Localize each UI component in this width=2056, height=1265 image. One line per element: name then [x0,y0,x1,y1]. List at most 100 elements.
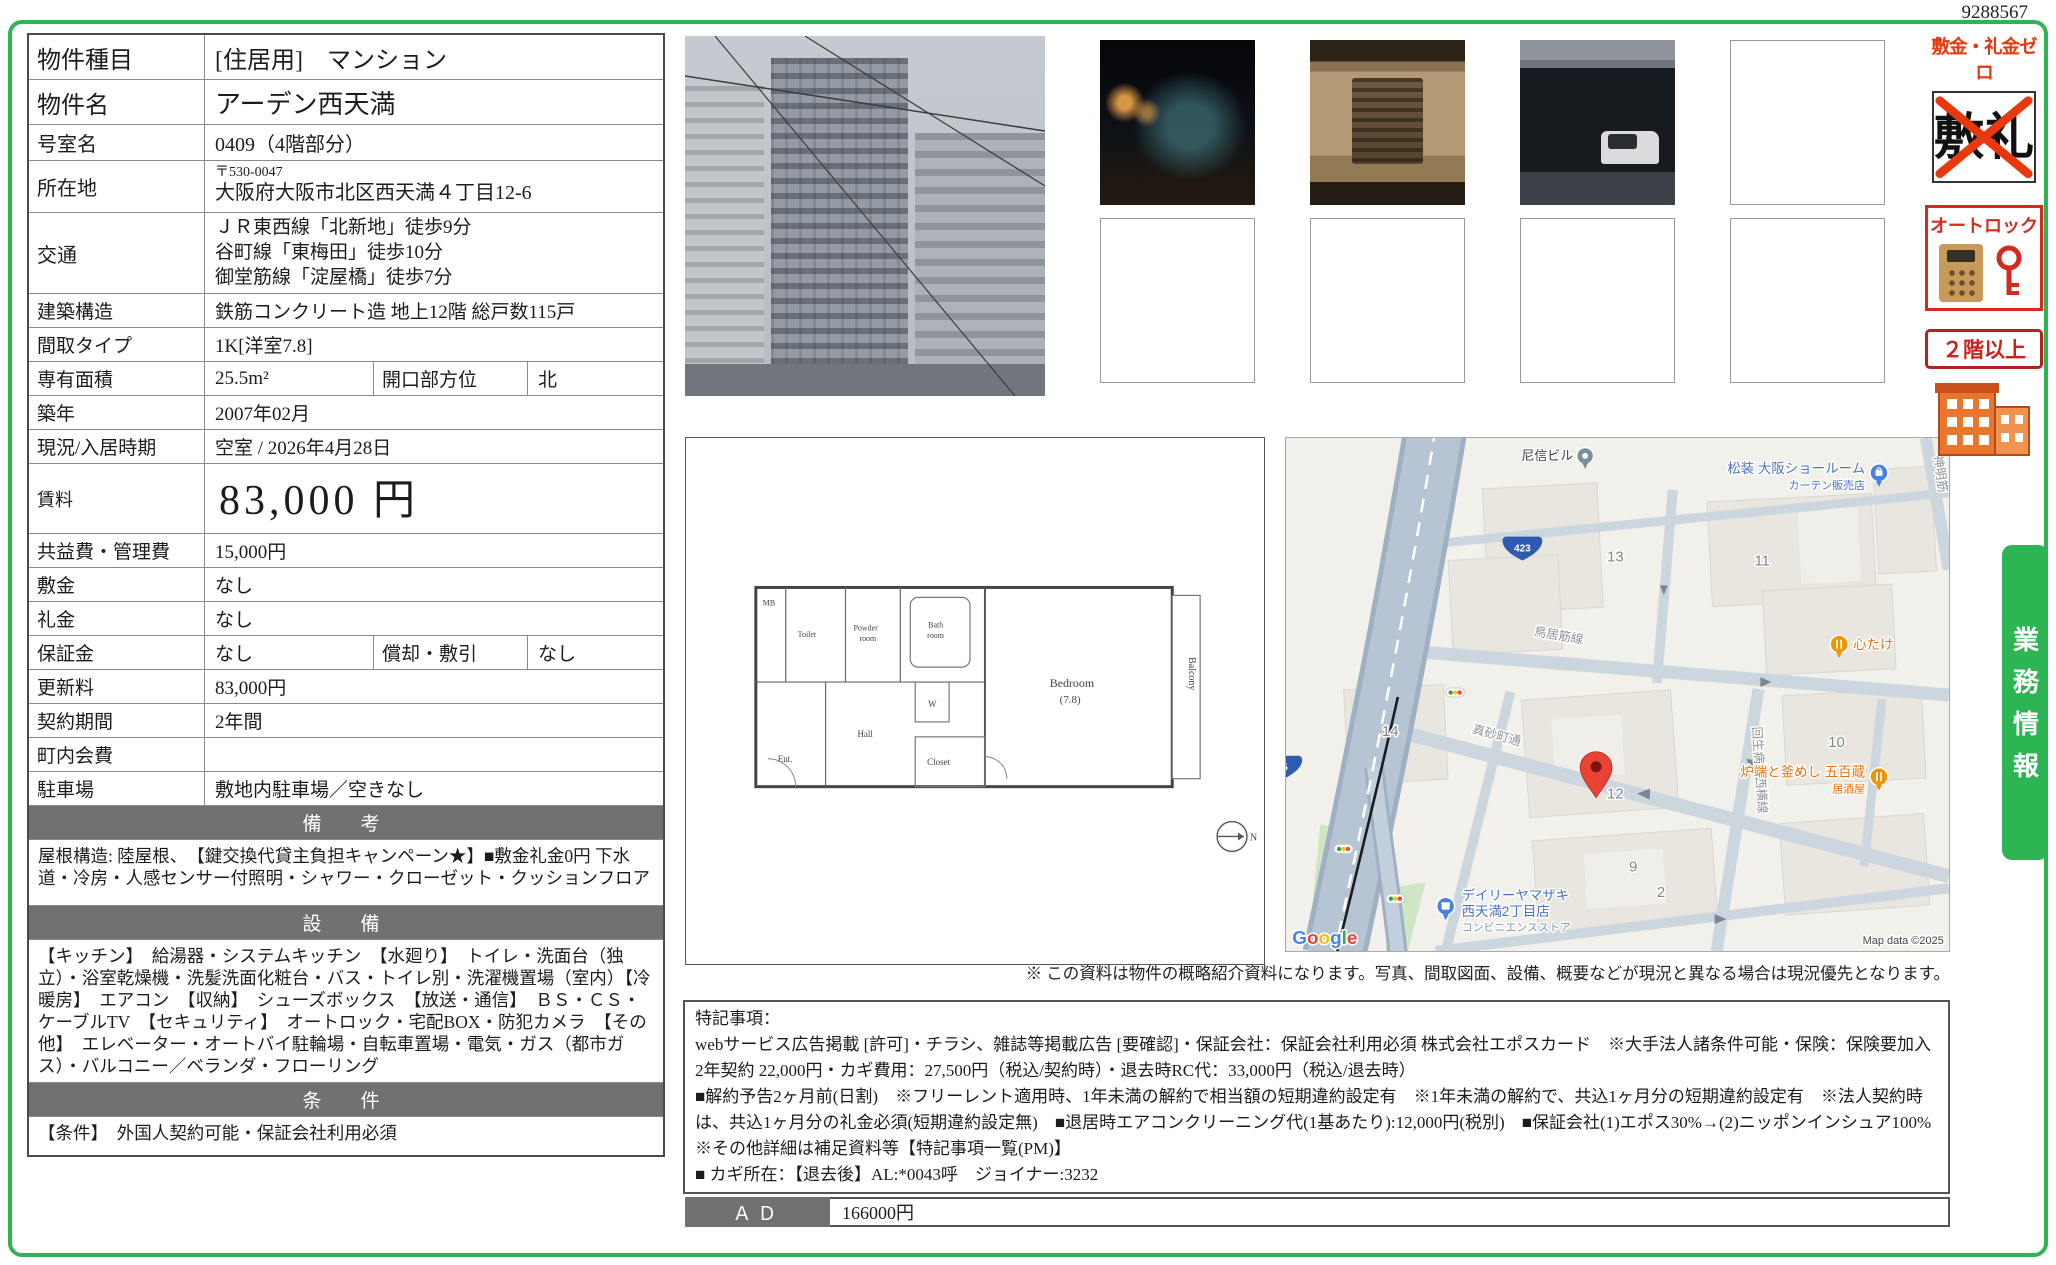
layout-type: 1K[洋室7.8] [205,328,663,361]
svg-text:コンビニエンスストア: コンビニエンスストア [1462,921,1571,934]
toilet-label: Toilet [798,630,817,639]
svg-text:デイリーヤマザキ: デイリーヤマザキ [1462,887,1570,903]
second-floor-badge-title: ２階以上 [1925,329,2043,369]
business-info-tab: 業務情報 [2002,545,2048,860]
empty-photo-box [1730,40,1885,205]
access-line: 谷町線「東梅田」徒歩10分 [215,240,653,265]
block-number: 13 [1607,549,1624,566]
zero-deposit-badge-graphic: 敷 礼 [1932,91,2036,183]
block-number: 2 [1657,884,1665,901]
row-label: 賃料 [29,464,205,533]
traffic-light-icon [1446,688,1465,697]
ad-row: ＡＤ 166000円 [685,1197,1950,1227]
svg-text:カーテン販売店: カーテン販売店 [1788,478,1865,492]
table-row-renewal: 更新料 83,000円 [29,670,663,704]
contract-term: 2年間 [205,704,663,737]
ad-label: ＡＤ [685,1197,830,1227]
svg-text:松装 大阪ショールーム: 松装 大阪ショールーム [1727,461,1865,476]
table-row-fee: 共益費・管理費 15,000円 [29,534,663,568]
empty-photo-box [1730,218,1885,383]
postal-code: 〒530-0047 [215,165,653,181]
table-row-term: 契約期間 2年間 [29,704,663,738]
empty-photo-box [1310,218,1465,383]
table-row-town-fee: 町内会費 [29,738,663,772]
floor-plan-drawing: Balcony Bedroom (7.8) MB Toilet Powder r… [686,438,1264,964]
row-label: 契約期間 [29,704,205,737]
amortization-value: なし [528,636,663,669]
bedroom-size-label: (7.8) [1060,694,1081,706]
row-label: 所在地 [29,161,205,212]
row-label: 保証金 [29,636,205,669]
bedroom-label: Bedroom [1050,676,1095,690]
property-spec-table: 物件種目 [住居用] マンション 物件名 アーデン西天満 号室名 0409（4階… [27,33,665,1157]
address: 大阪府大阪市北区西天満４丁目12-6 [215,181,653,205]
parking-garage-photo [1520,40,1675,205]
table-row-layout: 間取タイプ 1K[洋室7.8] [29,328,663,362]
area-value: 25.5m² [205,362,373,395]
special-notes-title: 特記事項： [695,1006,1938,1032]
traffic-light-icon [1334,844,1353,853]
svg-text:心たけ: 心たけ [1853,637,1893,652]
special-notes-p3: ■ カギ所在：【退去後】AL:*0043呼 ジョイナー:3232 [695,1162,1938,1188]
conditions-text: 【条件】 外国人契約可能・保証会社利用必須 [29,1117,663,1155]
compass-icon: N [1217,822,1257,852]
table-row-structure: 建築構造 鉄筋コンクリート造 地上12階 総戸数115戸 [29,294,663,328]
meterbox-label: MB [763,598,775,607]
bath-label2: room [927,631,945,640]
document-number: 9288567 [1962,2,2029,24]
table-row-area: 専有面積 25.5m² 開口部方位 北 [29,362,663,396]
svg-text:西天満2丁目店: 西天満2丁目店 [1462,904,1550,919]
special-notes-box: 特記事項： webサービス広告掲載 [許可]・チラシ、雑誌等掲載広告 [要確認]… [683,1000,1950,1194]
location-map: 423 25 13 11 14 12 10 9 2 鳥居筋線 真砂町通 回生病院… [1285,437,1950,952]
block-number: 10 [1828,734,1845,751]
room-number: 0409（4階部分） [205,125,663,160]
opening-direction-value: 北 [528,362,663,395]
property-name: アーデン西天満 [205,80,663,124]
table-row-room: 号室名 0409（4階部分） [29,125,663,161]
row-label: 町内会費 [29,738,205,771]
entrance-corridor-photo [1100,40,1255,205]
equipment-text: 【キッチン】 給湯器・システムキッチン 【水廻り】 トイレ・洗面台（独立）・浴室… [29,940,663,1083]
google-logo: Google [1292,928,1357,949]
table-row-address: 所在地 〒530-0047 大阪府大阪市北区西天満４丁目12-6 [29,161,663,213]
powder-label2: room [859,634,877,643]
building-exterior-photo [685,36,1045,396]
traffic-light-icon [1386,894,1405,903]
red-cross-icon [1934,93,2034,181]
table-row-status: 現況/入居時期 空室 / 2026年4月28日 [29,430,663,464]
occupancy-status: 空室 / 2026年4月28日 [205,430,663,463]
floor-plan-box: Balcony Bedroom (7.8) MB Toilet Powder r… [685,437,1265,965]
intercom-panel-photo [1310,40,1465,205]
block-number: 11 [1754,553,1770,570]
empty-photo-box [1100,218,1255,383]
special-notes-p1: webサービス広告掲載 [許可]・チラシ、雑誌等掲載広告 [要確認]・保証会社：… [695,1032,1938,1084]
amortization-label: 償却・敷引 [373,636,528,669]
power-lines [685,36,1045,396]
remarks-text: 屋根構造: 陸屋根、 【鍵交換代貸主負担キャンペーン★】■敷金礼金0円 下水道・… [29,840,663,906]
row-label: 駐車場 [29,772,205,805]
row-label: 築年 [29,396,205,429]
hall-label: Hall [857,729,873,739]
closet-label: Closet [927,757,950,767]
svg-text:423: 423 [1514,544,1531,555]
row-label: 現況/入居時期 [29,430,205,463]
address-cell: 〒530-0047 大阪府大阪市北区西天満４丁目12-6 [205,161,663,212]
row-label: 間取タイプ [29,328,205,361]
deposit: なし [205,568,663,601]
row-label: 共益費・管理費 [29,534,205,567]
ad-value: 166000円 [830,1197,1950,1227]
management-fee: 15,000円 [205,534,663,567]
map-canvas: 423 25 13 11 14 12 10 9 2 鳥居筋線 真砂町通 回生病院… [1286,438,1949,951]
table-row-rent: 賃料 83,000 円 [29,464,663,534]
opening-direction-label: 開口部方位 [373,362,528,395]
equipment-header: 設 備 [29,906,663,940]
powder-label: Powder [853,623,878,632]
empty-photo-box [1520,218,1675,383]
row-label: 更新料 [29,670,205,703]
table-row-deposit: 敷金 なし [29,568,663,602]
access-line: 御堂筋線「淀屋橋」徒歩7分 [215,265,653,290]
map-copyright: Map data ©2025 [1863,935,1944,947]
row-label: 礼金 [29,602,205,635]
renewal-fee: 83,000円 [205,670,663,703]
car-shape [1601,131,1660,164]
